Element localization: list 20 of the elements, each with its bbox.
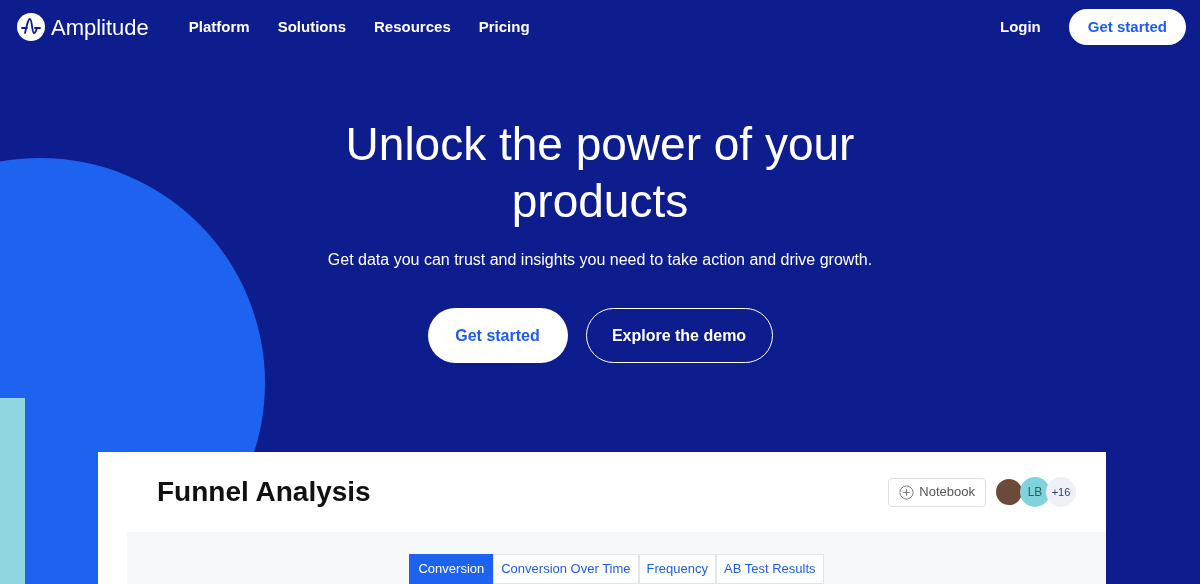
logo-icon bbox=[17, 13, 45, 41]
preview-title: Funnel Analysis bbox=[157, 475, 371, 509]
nav-link[interactable]: Resources bbox=[374, 15, 451, 39]
avatar-count: +16 bbox=[1046, 477, 1076, 507]
view-tab[interactable]: Frequency bbox=[638, 554, 716, 584]
notebook-button[interactable]: Notebook bbox=[888, 477, 986, 507]
plus-circle-icon bbox=[899, 484, 915, 500]
brand-name[interactable]: Amplitude bbox=[51, 10, 149, 44]
hero-subtitle: Get data you can trust and insights you need to take action and drive growth. bbox=[327, 250, 873, 270]
get-started-button[interactable]: Get started bbox=[1068, 9, 1186, 45]
hero-title: Unlock the power of your products bbox=[344, 117, 856, 229]
nav-link[interactable]: Solutions bbox=[277, 15, 346, 39]
avatar-initials: LB bbox=[1020, 477, 1050, 507]
view-tab[interactable]: Conversion Over Time bbox=[493, 554, 639, 584]
view-tab[interactable]: Conversion bbox=[409, 554, 494, 584]
nav-link[interactable]: Platform bbox=[188, 15, 250, 39]
login-link[interactable]: Login bbox=[999, 15, 1041, 39]
nav-link[interactable]: Pricing bbox=[478, 15, 530, 39]
view-tab[interactable]: AB Test Results bbox=[716, 554, 824, 584]
get-started-button[interactable]: Get started bbox=[427, 308, 568, 363]
